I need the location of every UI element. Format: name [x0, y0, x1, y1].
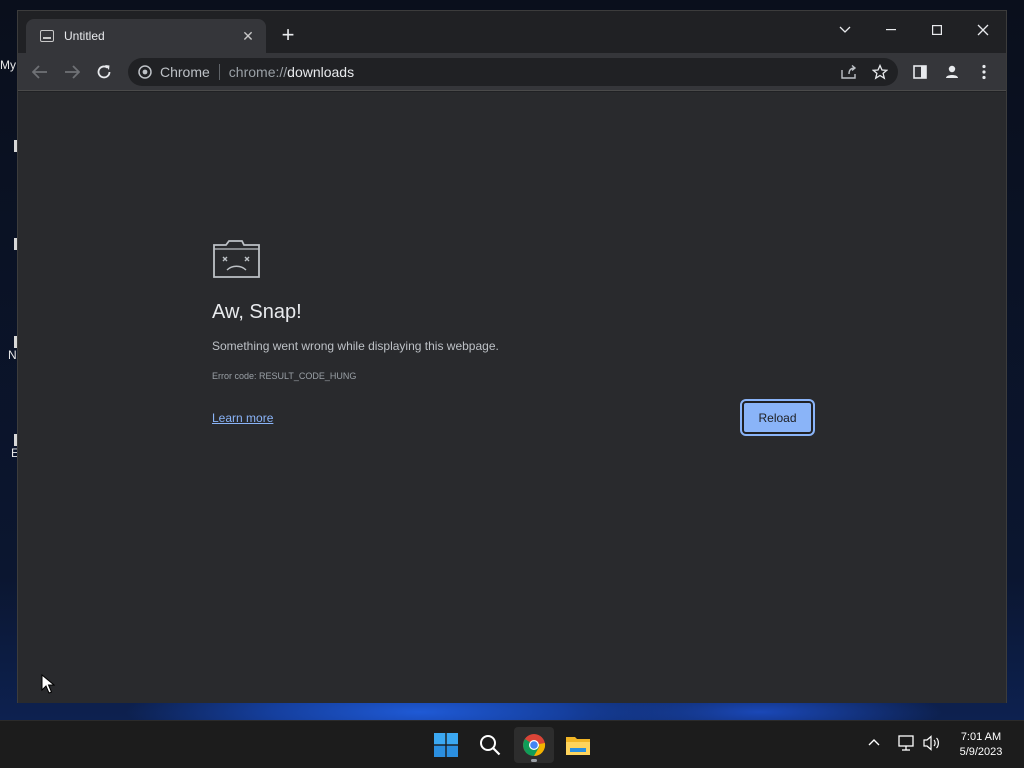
- profile-button[interactable]: [938, 58, 966, 86]
- taskbar-chrome-button[interactable]: [514, 727, 554, 763]
- tab-search-button[interactable]: [822, 15, 868, 45]
- share-icon: [841, 65, 857, 79]
- side-panel-button[interactable]: [906, 58, 934, 86]
- browser-toolbar: Chrome chrome://downloads: [18, 53, 1006, 91]
- desktop-icon-label: My: [0, 58, 16, 72]
- folder-icon: [566, 737, 590, 755]
- learn-more-link[interactable]: Learn more: [212, 411, 273, 425]
- maximize-icon: [932, 25, 942, 35]
- tab-untitled[interactable]: Untitled ✕: [26, 19, 266, 53]
- minimize-icon: [886, 29, 896, 31]
- url-host: downloads: [287, 64, 355, 80]
- error-code: Error code: RESULT_CODE_HUNG: [212, 371, 357, 381]
- close-window-button[interactable]: [960, 15, 1006, 45]
- windows-logo-icon: [434, 733, 458, 757]
- bookmark-button[interactable]: [866, 58, 894, 86]
- chrome-logo-icon: [523, 734, 546, 757]
- clock-date: 5/9/2023: [959, 746, 1003, 758]
- page-content: Aw, Snap! Something went wrong while dis…: [18, 92, 1006, 703]
- search-icon: [480, 735, 501, 756]
- scheme-chip-label: Chrome: [160, 64, 210, 80]
- chevron-down-icon: [839, 26, 851, 33]
- more-vert-icon: [982, 64, 986, 80]
- forward-button[interactable]: [58, 58, 86, 86]
- arrow-left-icon: [32, 65, 47, 79]
- share-button[interactable]: [835, 58, 863, 86]
- start-button[interactable]: [426, 727, 466, 763]
- menu-button[interactable]: [970, 58, 998, 86]
- volume-icon: [923, 735, 939, 751]
- tab-title: Untitled: [64, 29, 105, 43]
- error-title: Aw, Snap!: [212, 301, 302, 323]
- sad-tab-icon: [213, 240, 260, 278]
- chevron-up-icon: [868, 739, 880, 746]
- address-bar[interactable]: Chrome chrome://downloads: [128, 58, 898, 86]
- url-scheme: chrome://: [228, 64, 288, 80]
- arrow-right-icon: [65, 65, 80, 79]
- search-button[interactable]: [470, 727, 510, 763]
- url-text: chrome://downloads: [229, 64, 354, 80]
- network-icon: [898, 735, 914, 751]
- taskbar-file-explorer-button[interactable]: [558, 727, 598, 763]
- tab-close-icon[interactable]: ✕: [240, 28, 256, 45]
- back-button[interactable]: [26, 58, 54, 86]
- reload-button[interactable]: Reload: [740, 399, 815, 436]
- reload-icon: [97, 65, 111, 79]
- close-icon: [977, 24, 989, 36]
- title-bar[interactable]: Untitled ✕ +: [18, 11, 1006, 53]
- volume-button[interactable]: [923, 735, 941, 756]
- error-message: Something went wrong while displaying th…: [212, 339, 499, 353]
- running-indicator: [531, 759, 537, 762]
- side-panel-icon: [913, 65, 927, 79]
- clock-time: 7:01 AM: [960, 731, 1002, 743]
- reload-toolbar-button[interactable]: [90, 58, 118, 86]
- show-hidden-icons-button[interactable]: [868, 733, 880, 751]
- taskbar-clock[interactable]: 7:01 AM 5/9/2023: [948, 730, 1014, 760]
- network-status-button[interactable]: [898, 735, 916, 756]
- maximize-button[interactable]: [914, 15, 960, 45]
- desktop-icon-label: N: [8, 348, 17, 362]
- person-icon: [946, 65, 958, 78]
- taskbar: 7:01 AM 5/9/2023: [0, 720, 1024, 768]
- browser-window: Untitled ✕ + Chrome chrome://downloads A…: [17, 10, 1007, 703]
- sad-page-icon: [40, 30, 54, 42]
- chrome-icon: [138, 65, 152, 79]
- star-icon: [872, 64, 888, 80]
- mouse-cursor-icon: [41, 674, 55, 694]
- minimize-button[interactable]: [868, 15, 914, 45]
- new-tab-button[interactable]: +: [276, 24, 300, 48]
- omnibox-divider: [218, 64, 220, 80]
